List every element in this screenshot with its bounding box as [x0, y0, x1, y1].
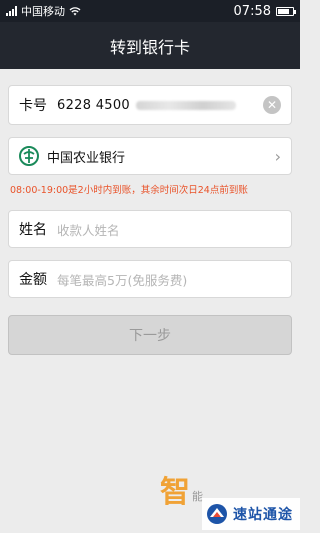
- payee-name-field[interactable]: 姓名 收款人姓名: [8, 210, 292, 248]
- nav-bar: 转到银行卡: [0, 22, 300, 69]
- clear-icon[interactable]: ✕: [263, 96, 281, 114]
- status-bar: 中国移动 07:58: [0, 0, 300, 22]
- arrival-time-notice: 08:00-19:00是2小时内到账，其余时间次日24点前到账: [10, 185, 248, 196]
- bank-name: 中国农业银行: [47, 150, 126, 166]
- wifi-icon: [69, 6, 81, 16]
- payee-name-label: 姓名: [19, 222, 47, 238]
- amount-placeholder: 每笔最高5万(免服务费): [57, 272, 188, 288]
- bank-selector[interactable]: 中国农业银行 ›: [8, 137, 292, 175]
- next-button-label: 下一步: [129, 328, 171, 344]
- signal-icon: [6, 6, 17, 16]
- card-number-field[interactable]: 卡号 6228 4500 ✕: [8, 85, 292, 125]
- watermark-right: 速站通途: [202, 498, 300, 530]
- clock: 07:58: [233, 3, 271, 19]
- amount-field[interactable]: 金额 每笔最高5万(免服务费): [8, 260, 292, 298]
- card-number-value: 6228 4500: [57, 98, 237, 113]
- watermark-left: 智 能: [160, 478, 203, 508]
- masked-digits: [136, 100, 237, 110]
- watermark-text: 速站通途: [233, 507, 293, 523]
- next-button[interactable]: 下一步: [8, 315, 292, 355]
- card-number-label: 卡号: [19, 98, 47, 114]
- amount-label: 金额: [19, 272, 47, 288]
- watermark-logo-icon: [206, 503, 228, 525]
- carrier-name: 中国移动: [21, 5, 65, 18]
- watermark-char: 智: [160, 475, 190, 510]
- chevron-right-icon: ›: [274, 146, 281, 166]
- page-title: 转到银行卡: [109, 37, 190, 57]
- battery-icon: [276, 6, 296, 16]
- abc-bank-logo-icon: [19, 146, 39, 166]
- payee-name-placeholder: 收款人姓名: [57, 222, 120, 238]
